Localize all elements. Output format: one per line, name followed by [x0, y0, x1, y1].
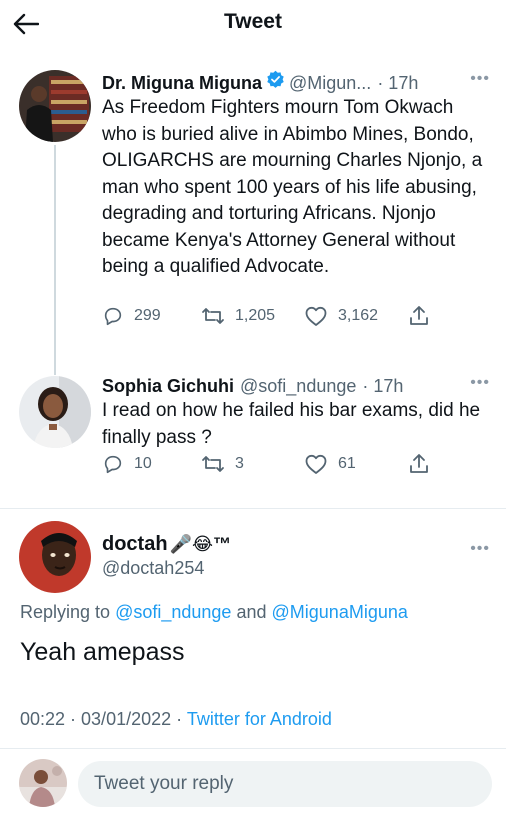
- avatar[interactable]: [19, 521, 91, 593]
- share-icon: [410, 306, 428, 325]
- author-name[interactable]: Dr. Miguna Miguna: [102, 71, 262, 95]
- avatar-image-doctah: [19, 521, 91, 593]
- thread-line: [54, 145, 56, 375]
- tweet-sophia[interactable]: Sophia Gichuhi @sofi_ndunge · 17h ••• I …: [102, 374, 490, 451]
- share-icon: [410, 454, 428, 473]
- reply-button[interactable]: 299: [102, 305, 161, 327]
- retweet-button[interactable]: 1,205: [201, 305, 275, 327]
- like-count: 61: [338, 455, 356, 472]
- tweet-text: Yeah amepass: [20, 638, 185, 666]
- reply-count: 299: [134, 307, 161, 324]
- divider: [0, 508, 506, 509]
- retweet-button[interactable]: 3: [201, 453, 244, 475]
- reply-placeholder: Tweet your reply: [94, 773, 234, 794]
- reply-count: 10: [134, 455, 152, 472]
- replying-prefix: Replying to: [20, 602, 111, 622]
- share-button[interactable]: [407, 452, 431, 476]
- reply-icon: [104, 455, 122, 474]
- author-handle[interactable]: @Migun...: [289, 71, 371, 95]
- like-icon: [305, 454, 327, 474]
- replying-to: Replying to @sofi_ndunge and @MigunaMigu…: [20, 602, 408, 623]
- tweet-header: Sophia Gichuhi @sofi_ndunge · 17h: [102, 374, 490, 398]
- mention-link[interactable]: @sofi_ndunge: [115, 602, 231, 622]
- avatar[interactable]: [19, 70, 91, 142]
- retweet-count: 3: [235, 455, 244, 472]
- like-icon: [305, 306, 327, 326]
- author-name[interactable]: Sophia Gichuhi: [102, 374, 234, 398]
- tweet-meta: 00:22 · 03/01/2022 · Twitter for Android: [20, 709, 332, 730]
- reply-icon: [104, 307, 122, 326]
- tweet-text: I read on how he failed his bar exams, d…: [102, 400, 481, 448]
- avatar-image-sophia: [19, 376, 91, 448]
- like-count: 3,162: [338, 307, 379, 324]
- author-handle[interactable]: @sofi_ndunge: [240, 374, 356, 398]
- tweet-datetime[interactable]: 00:22 · 03/01/2022 ·: [20, 709, 182, 729]
- top-bar: Tweet: [0, 0, 506, 48]
- verified-badge-icon: [267, 70, 284, 88]
- more-icon[interactable]: •••: [470, 374, 490, 392]
- microphone-emoji: 🎤😂™: [169, 534, 232, 554]
- reply-input[interactable]: Tweet your reply: [78, 761, 492, 807]
- author-name-text: doctah: [102, 533, 168, 555]
- retweet-count: 1,205: [235, 307, 276, 324]
- avatar-image-self: [19, 759, 67, 807]
- tweet-header: Dr. Miguna Miguna @Migun... · 17h: [102, 70, 490, 95]
- reply-button[interactable]: 10: [102, 453, 152, 475]
- mention-link[interactable]: @MigunaMiguna: [272, 602, 408, 622]
- retweet-icon: [202, 308, 224, 324]
- tweet-text: As Freedom Fighters mourn Tom Okwach who…: [102, 97, 483, 277]
- page-title: Tweet: [224, 10, 282, 33]
- tweet-miguna[interactable]: Dr. Miguna Miguna @Migun... · 17h ••• As…: [102, 70, 490, 281]
- author-handle[interactable]: @doctah254: [102, 558, 231, 579]
- replying-and: and: [236, 602, 267, 622]
- tweet-time[interactable]: · 17h: [377, 71, 418, 95]
- like-button[interactable]: 3,162: [304, 305, 378, 327]
- avatar[interactable]: [19, 376, 91, 448]
- more-icon[interactable]: •••: [470, 70, 490, 88]
- retweet-icon: [202, 456, 224, 472]
- like-button[interactable]: 61: [304, 453, 356, 475]
- tweet-time[interactable]: · 17h: [362, 374, 403, 398]
- author-name[interactable]: doctah 🎤😂™: [102, 533, 231, 556]
- main-tweet-author[interactable]: doctah 🎤😂™ @doctah254: [102, 533, 231, 579]
- client-link[interactable]: Twitter for Android: [187, 709, 332, 729]
- share-button[interactable]: [407, 304, 431, 328]
- reply-bar: Tweet your reply: [0, 748, 506, 831]
- avatar-image-miguna: [19, 70, 91, 142]
- more-icon[interactable]: •••: [470, 540, 490, 558]
- avatar[interactable]: [19, 759, 67, 807]
